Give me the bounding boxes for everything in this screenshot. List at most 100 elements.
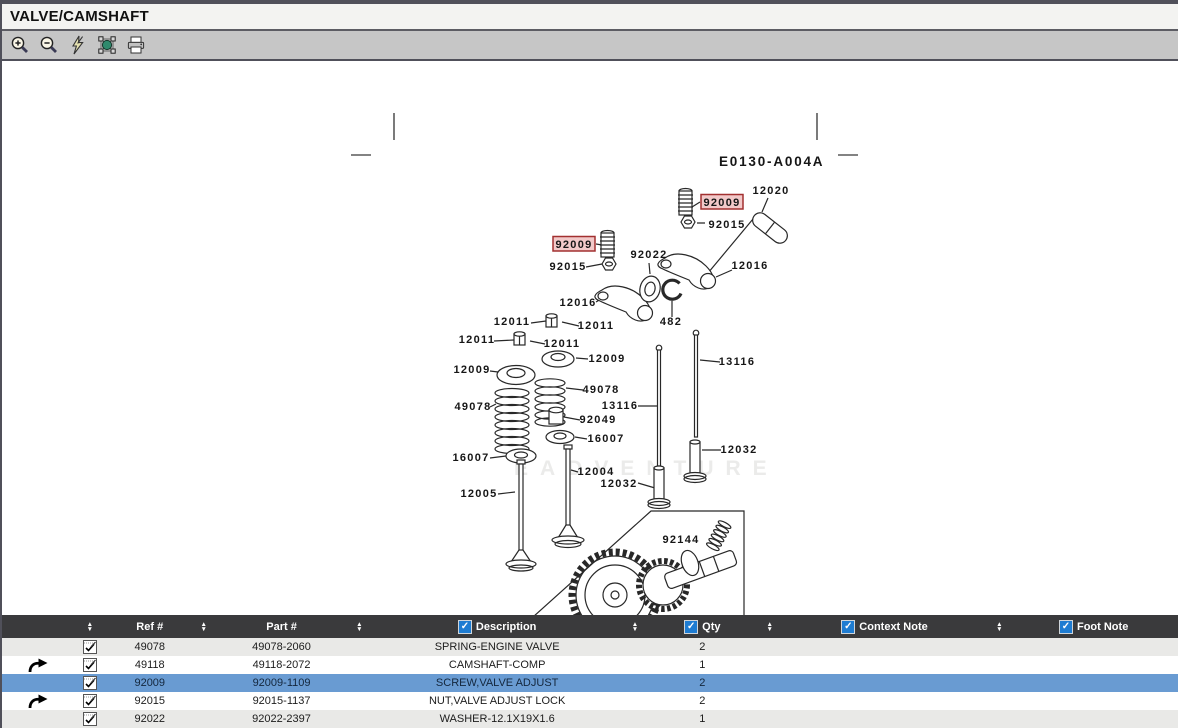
svg-text:12004: 12004 [577,466,614,478]
parts-catalog-window: VALVE/CAMSHAFT [0,0,1178,728]
sort-control[interactable]: ▲▼ [349,622,369,632]
part-label-12016[interactable]: 12016 [559,297,596,309]
part-label-92022[interactable]: 92022 [630,249,667,261]
sort-control[interactable]: ▲▼ [989,622,1009,632]
header-foot-note[interactable]: ✓ Foot Note [1009,620,1178,634]
diagram-code: E0130-A004A [719,154,824,169]
part-label-12011[interactable]: 12011 [494,316,530,328]
part-label-13116[interactable]: 13116 [719,356,755,368]
row-description: WASHER-12.1X19X1.6 [369,713,625,725]
edit-cell-icon[interactable] [83,712,97,726]
parts-table-header: ▲▼ Ref # ▲▼ Part # ▲▼ ✓ Description ▲▼ ✓… [2,615,1178,638]
svg-text:482: 482 [660,316,682,328]
part-label-16007[interactable]: 16007 [452,452,489,464]
row-part-number: 49078-2060 [214,641,350,653]
header-qty[interactable]: ✓ Qty [645,620,760,634]
svg-text:12011: 12011 [578,320,614,332]
header-ref[interactable]: Ref # [106,621,194,633]
svg-text:92015: 92015 [549,261,586,273]
table-row[interactable]: 9202292022-2397WASHER-12.1X19X1.61 [2,710,1178,728]
part-label-49078[interactable]: 49078 [582,384,619,396]
edit-cell-icon[interactable] [83,658,97,672]
zoom-out-button[interactable] [38,34,60,56]
part-label-13116[interactable]: 13116 [602,400,638,412]
qty-column-checkbox[interactable]: ✓ [684,620,698,634]
part-label-49078[interactable]: 49078 [454,401,491,413]
row-arrow-cell [2,694,74,709]
table-row[interactable]: 4911849118-2072CAMSHAFT-COMP1 [2,656,1178,674]
toolbar [2,31,1178,61]
part-label-92049[interactable]: 92049 [579,414,616,426]
part-label-12004[interactable]: 12004 [577,466,614,478]
flash-highlight-button[interactable] [67,34,89,56]
row-edit-cell [74,712,106,726]
part-label-92144[interactable]: 92144 [662,534,699,546]
exploded-diagram-panel: EADVENTURE [2,61,1178,615]
watermark-text: EADVENTURE [514,457,779,480]
hotspot-map-icon [97,35,117,55]
part-label-12011[interactable]: 12011 [544,338,580,350]
sort-down-icon: ▼ [996,627,1002,632]
print-button[interactable] [125,34,147,56]
exploded-diagram: EADVENTURE [2,61,1178,615]
goto-diagram-arrow-icon[interactable] [27,694,49,709]
svg-text:49078: 49078 [582,384,619,396]
part-label-12016[interactable]: 12016 [731,260,768,272]
parts-table-body: 4907849078-2060SPRING-ENGINE VALVE249118… [2,638,1178,728]
part-label-12011[interactable]: 12011 [459,334,495,346]
row-qty: 1 [645,713,760,725]
part-label-12011[interactable]: 12011 [578,320,614,332]
part-label-12020[interactable]: 12020 [752,185,789,197]
part-label-92015[interactable]: 92015 [708,219,745,231]
part-label-482[interactable]: 482 [660,316,682,328]
sort-control[interactable]: ▲▼ [74,622,106,632]
hotspot-map-button[interactable] [96,34,118,56]
table-row[interactable]: 9200992009-1109SCREW,VALVE ADJUST2 [2,674,1178,692]
table-row[interactable]: 9201592015-1137NUT,VALVE ADJUST LOCK2 [2,692,1178,710]
part-label-12005[interactable]: 12005 [460,488,497,500]
zoom-in-icon [10,35,30,55]
edit-cell-icon[interactable] [83,676,97,690]
row-part-number: 92022-2397 [214,713,350,725]
sort-down-icon: ▼ [766,627,772,632]
part-label-16007[interactable]: 16007 [587,433,624,445]
foot-note-column-checkbox[interactable]: ✓ [1059,620,1073,634]
row-edit-cell [74,640,106,654]
sort-control[interactable]: ▲▼ [625,622,645,632]
part-label-92009[interactable]: 92009 [553,237,595,252]
part-label-12032[interactable]: 12032 [600,478,637,490]
table-row[interactable]: 4907849078-2060SPRING-ENGINE VALVE2 [2,638,1178,656]
row-arrow-cell [2,658,74,673]
svg-text:12032: 12032 [720,444,757,456]
goto-diagram-arrow-icon[interactable] [27,658,49,673]
edit-cell-icon[interactable] [83,694,97,708]
svg-text:12005: 12005 [460,488,497,500]
header-part[interactable]: Part # [214,621,350,633]
part-label-12009[interactable]: 12009 [453,364,490,376]
svg-text:12011: 12011 [494,316,530,328]
svg-text:12016: 12016 [559,297,596,309]
row-ref-number: 92015 [106,695,194,707]
context-note-column-checkbox[interactable]: ✓ [841,620,855,634]
header-description[interactable]: ✓ Description [369,620,625,634]
svg-text:49078: 49078 [454,401,491,413]
svg-text:92009: 92009 [703,197,740,209]
part-label-12009[interactable]: 12009 [588,353,625,365]
svg-text:92144: 92144 [662,534,699,546]
lightning-icon [68,35,88,55]
part-label-92015[interactable]: 92015 [549,261,586,273]
row-ref-number: 49118 [106,659,194,671]
zoom-in-button[interactable] [9,34,31,56]
sort-control[interactable]: ▲▼ [760,622,780,632]
header-context-note[interactable]: ✓ Context Note [780,620,990,634]
row-qty: 2 [645,695,760,707]
row-ref-number: 92009 [106,677,194,689]
sort-control[interactable]: ▲▼ [194,622,214,632]
part-label-92009[interactable]: 92009 [701,195,743,210]
part-label-12032[interactable]: 12032 [720,444,757,456]
row-description: CAMSHAFT-COMP [369,659,625,671]
row-description: NUT,VALVE ADJUST LOCK [369,695,625,707]
description-column-checkbox[interactable]: ✓ [458,620,472,634]
row-qty: 2 [645,677,760,689]
edit-cell-icon[interactable] [83,640,97,654]
